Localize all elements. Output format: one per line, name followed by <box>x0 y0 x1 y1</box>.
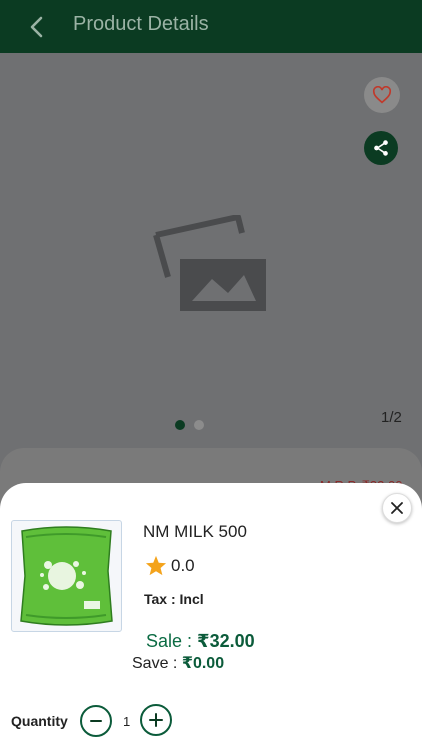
back-button[interactable] <box>22 12 52 42</box>
sale-price: Sale : ₹32.00 <box>146 631 255 652</box>
page-title: Product Details <box>73 13 209 35</box>
heart-icon <box>372 86 392 104</box>
tax-info: Tax : Incl <box>144 591 204 607</box>
save-label: Save : <box>132 655 178 672</box>
star-icon <box>145 555 167 576</box>
close-icon <box>391 502 403 514</box>
chevron-left-icon <box>30 16 43 38</box>
gallery-pager: 1/2 <box>381 409 402 426</box>
tax-value: Incl <box>179 591 204 607</box>
quantity-label: Quantity <box>11 713 68 729</box>
product-name: NM MILK 500 <box>143 522 247 541</box>
product-rating: 0.0 <box>145 555 195 576</box>
increase-quantity-button[interactable] <box>140 704 172 736</box>
tax-label: Tax : <box>144 591 176 607</box>
gallery-dot-2[interactable] <box>194 420 204 430</box>
decrease-quantity-button[interactable] <box>80 705 112 737</box>
image-placeholder-icon <box>150 214 270 315</box>
save-amount: Save : ₹0.00 <box>132 653 224 673</box>
favorite-button[interactable] <box>364 77 400 113</box>
rating-value: 0.0 <box>171 555 195 575</box>
gallery-dot-1[interactable] <box>175 420 185 430</box>
minus-icon <box>90 720 102 722</box>
share-icon <box>374 140 388 156</box>
quantity-value: 1 <box>123 714 131 729</box>
plus-icon <box>149 713 163 727</box>
sale-label: Sale : <box>146 631 193 651</box>
close-button[interactable] <box>382 493 412 523</box>
product-thumbnail <box>11 520 122 632</box>
share-button[interactable] <box>364 131 398 165</box>
save-value: ₹0.00 <box>181 655 225 672</box>
app-header: Product Details <box>0 0 422 53</box>
sale-value: ₹32.00 <box>197 631 255 651</box>
gallery-dots[interactable] <box>175 420 204 430</box>
